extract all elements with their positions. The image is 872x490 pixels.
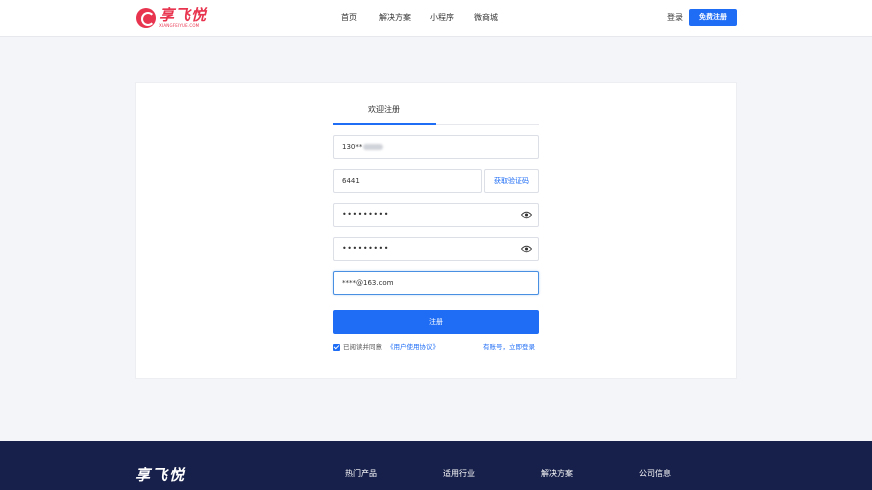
logo-mark-icon — [136, 8, 156, 28]
footer-logo: 享飞悦 — [135, 466, 187, 484]
tab-active-indicator — [333, 123, 436, 125]
user-agreement-link[interactable]: 《用户使用协议》 — [387, 343, 439, 352]
logo-subtext: XIANGFEIYUE.COM — [159, 23, 200, 28]
email-field[interactable]: ****@163.com — [333, 271, 539, 295]
confirm-password-value: ••••••••• — [342, 244, 389, 253]
verification-code-value: 6441 — [342, 177, 360, 185]
footer-col-industries[interactable]: 适用行业 — [443, 469, 475, 479]
phone-field[interactable]: 130** — [333, 135, 539, 159]
phone-value: 130** — [342, 143, 363, 151]
show-confirm-password-eye-icon[interactable] — [521, 245, 532, 253]
footer-col-hot-products[interactable]: 热门产品 — [345, 469, 377, 479]
register-card — [135, 82, 737, 379]
register-submit-button[interactable]: 注册 — [333, 310, 539, 334]
agree-label: 已阅读并同意 — [343, 343, 382, 351]
verification-code-field[interactable]: 6441 — [333, 169, 482, 193]
nav-item-microstore[interactable]: 微商城 — [474, 13, 498, 23]
tab-register[interactable]: 欢迎注册 — [368, 105, 400, 115]
password-field[interactable]: ••••••••• — [333, 203, 539, 227]
brand-logo[interactable]: 享飞悦 XIANGFEIYUE.COM — [136, 6, 208, 32]
free-signup-button[interactable]: 免费注册 — [689, 9, 737, 26]
nav-item-home[interactable]: 首页 — [341, 13, 357, 23]
nav-item-solutions[interactable]: 解决方案 — [379, 13, 411, 23]
get-code-button[interactable]: 获取验证码 — [484, 169, 539, 193]
top-header: 享飞悦 XIANGFEIYUE.COM 首页 解决方案 小程序 微商城 登录 免… — [0, 0, 872, 37]
email-value: ****@163.com — [342, 279, 394, 287]
footer-col-solutions[interactable]: 解决方案 — [541, 469, 573, 479]
footer: 享飞悦 热门产品 适用行业 解决方案 公司信息 — [0, 441, 872, 490]
redacted-blur — [363, 144, 384, 150]
password-value: ••••••••• — [342, 210, 389, 219]
have-account-login-link[interactable]: 有账号，立即登录 — [483, 343, 535, 352]
show-password-eye-icon[interactable] — [521, 211, 532, 219]
confirm-password-field[interactable]: ••••••••• — [333, 237, 539, 261]
logo-text: 享飞悦 — [159, 6, 208, 24]
nav-item-miniprogram[interactable]: 小程序 — [430, 13, 454, 23]
footer-col-company[interactable]: 公司信息 — [639, 469, 671, 479]
agree-checkbox[interactable] — [333, 344, 340, 351]
login-link[interactable]: 登录 — [667, 13, 683, 23]
